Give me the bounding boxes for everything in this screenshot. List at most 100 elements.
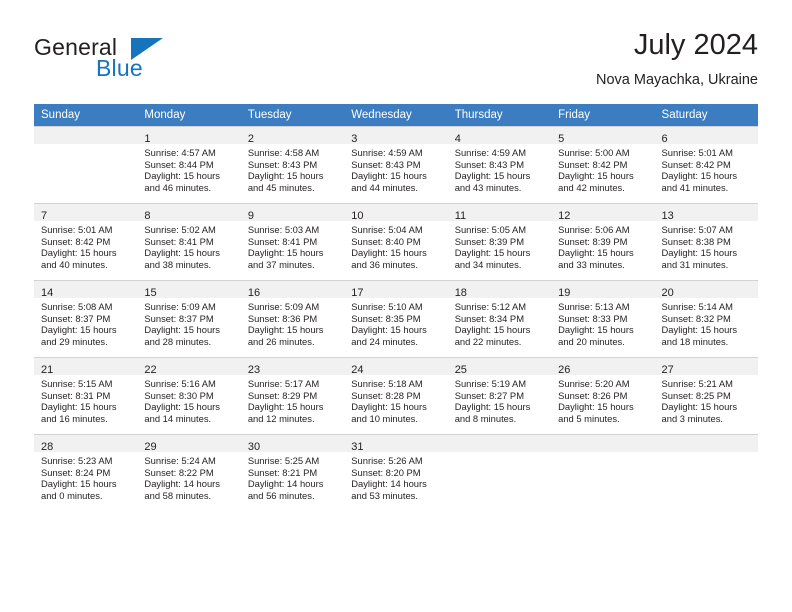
calendar-day-cell[interactable]: 16 Sunrise: 5:09 AM Sunset: 8:36 PM Dayligh… (240, 280, 345, 358)
daylight-text-line1: Daylight: 15 hours (558, 170, 634, 182)
calendar-day-cell[interactable]: 1 Sunrise: 4:57 AM Sunset: 8:44 PM Daylight… (137, 126, 241, 204)
calendar-day-cell[interactable]: 20 Sunrise: 5:14 AM Sunset: 8:32 PM Dayligh… (654, 280, 758, 358)
daylight-text-line2: and 37 minutes. (247, 258, 315, 270)
page-subtitle: Nova Mayachka, Ukraine (596, 72, 758, 88)
sunrise-text: Sunrise: 5:02 AM (144, 224, 216, 235)
day-number: 4 (454, 133, 461, 145)
calendar-day-cell[interactable]: 29 Sunrise: 5:24 AM Sunset: 8:22 PM Dayligh… (137, 434, 241, 511)
day-number: 28 (41, 441, 54, 453)
day-number-band: 13 (654, 204, 758, 222)
sunrise-text: Sunrise: 5:26 AM (351, 455, 423, 466)
day-number-band: 26 (551, 358, 655, 376)
sunset-text: Sunset: 8:43 PM (351, 158, 421, 170)
daylight-text-line1: Daylight: 14 hours (247, 478, 324, 490)
day-sun-info: Sunrise: 5:26 AM Sunset: 8:20 PM Daylight:… (344, 452, 447, 501)
calendar-day-cell[interactable]: 17 Sunrise: 5:10 AM Sunset: 8:35 PM Dayligh… (344, 280, 448, 358)
calendar-day-cell[interactable]: 8 Sunrise: 5:02 AM Sunset: 8:41 PM Daylight… (137, 203, 241, 281)
sunrise-text: Sunrise: 5:04 AM (351, 224, 423, 235)
day-number-band: 3 (344, 127, 448, 145)
day-number: 21 (41, 364, 54, 376)
daylight-text-line1: Daylight: 15 hours (558, 324, 634, 336)
day-sun-info: Sunrise: 5:17 AM Sunset: 8:29 PM Daylight:… (241, 375, 344, 424)
daylight-text-line2: and 20 minutes. (558, 335, 625, 347)
calendar-day-cell[interactable]: 10 Sunrise: 5:04 AM Sunset: 8:40 PM Dayligh… (344, 203, 448, 281)
calendar-day-cell[interactable]: 28 Sunrise: 5:23 AM Sunset: 8:24 PM Dayligh… (34, 434, 138, 511)
calendar-day-cell[interactable]: 18 Sunrise: 5:12 AM Sunset: 8:34 PM Dayligh… (447, 280, 552, 358)
sunrise-text: Sunrise: 5:01 AM (661, 147, 733, 158)
daylight-text-line1: Daylight: 15 hours (247, 324, 324, 336)
calendar-day-cell[interactable]: 26 Sunrise: 5:20 AM Sunset: 8:26 PM Dayligh… (551, 357, 655, 435)
calendar-week-row: 14 Sunrise: 5:08 AM Sunset: 8:37 PM Dayligh… (34, 280, 758, 358)
sunrise-text: Sunrise: 4:59 AM (351, 147, 423, 158)
sunrise-text: Sunrise: 5:14 AM (661, 301, 733, 312)
day-number: 14 (41, 287, 54, 299)
calendar-day-cell[interactable]: 21 Sunrise: 5:15 AM Sunset: 8:31 PM Dayligh… (34, 357, 138, 435)
sunrise-text: Sunrise: 5:21 AM (661, 378, 733, 389)
sunset-text: Sunset: 8:42 PM (558, 158, 628, 170)
day-number-band: 7 (34, 204, 138, 222)
calendar-day-cell[interactable]: 13 Sunrise: 5:07 AM Sunset: 8:38 PM Dayligh… (654, 203, 758, 281)
daylight-text-line1: Daylight: 15 hours (661, 324, 738, 336)
day-number-band: 9 (240, 204, 345, 222)
calendar-day-cell[interactable]: 3 Sunrise: 4:59 AM Sunset: 8:43 PM Daylight… (344, 126, 448, 204)
calendar-day-cell[interactable]: 19 Sunrise: 5:13 AM Sunset: 8:33 PM Dayligh… (551, 280, 655, 358)
day-number: 27 (661, 364, 674, 376)
calendar-day-cell[interactable]: 31 Sunrise: 5:26 AM Sunset: 8:20 PM Dayligh… (344, 434, 448, 511)
sunrise-text: Sunrise: 5:00 AM (558, 147, 630, 158)
day-sun-info: Sunrise: 5:06 AM Sunset: 8:39 PM Daylight:… (551, 221, 654, 270)
daylight-text-line2: and 43 minutes. (454, 181, 522, 193)
calendar-day-cell[interactable]: 9 Sunrise: 5:03 AM Sunset: 8:41 PM Daylight… (240, 203, 345, 281)
sunset-text: Sunset: 8:39 PM (558, 235, 628, 247)
calendar-day-cell[interactable]: 6 Sunrise: 5:01 AM Sunset: 8:42 PM Daylight… (654, 126, 758, 204)
day-number: 22 (144, 364, 157, 376)
day-number-band (34, 127, 138, 144)
brand-name-blue: Blue (96, 55, 143, 81)
day-number: 6 (661, 133, 668, 145)
daylight-text-line2: and 44 minutes. (351, 181, 418, 193)
sunset-text: Sunset: 8:20 PM (351, 466, 421, 478)
day-number: 30 (247, 441, 261, 453)
brand-logo[interactable]: General Blue (34, 34, 184, 88)
sunset-text: Sunset: 8:31 PM (41, 389, 111, 401)
day-number: 20 (661, 287, 674, 299)
day-number: 3 (351, 133, 358, 145)
calendar-day-cell[interactable]: 12 Sunrise: 5:06 AM Sunset: 8:39 PM Dayligh… (551, 203, 655, 281)
calendar-day-cell[interactable]: 7 Sunrise: 5:01 AM Sunset: 8:42 PM Daylight… (34, 203, 138, 281)
day-sun-info: Sunrise: 5:12 AM Sunset: 8:34 PM Daylight:… (448, 298, 551, 347)
daylight-text-line1: Daylight: 15 hours (454, 401, 531, 413)
day-number-band: 18 (447, 281, 552, 299)
daylight-text-line2: and 10 minutes. (351, 412, 418, 424)
calendar-day-cell[interactable]: 11 Sunrise: 5:05 AM Sunset: 8:39 PM Dayligh… (447, 203, 552, 281)
calendar-day-cell[interactable]: 24 Sunrise: 5:18 AM Sunset: 8:28 PM Dayligh… (344, 357, 448, 435)
calendar-day-cell[interactable]: 23 Sunrise: 5:17 AM Sunset: 8:29 PM Dayligh… (240, 357, 345, 435)
daylight-text-line1: Daylight: 15 hours (351, 324, 427, 336)
day-sun-info: Sunrise: 5:19 AM Sunset: 8:27 PM Daylight:… (448, 375, 551, 424)
calendar-day-cell[interactable]: 15 Sunrise: 5:09 AM Sunset: 8:37 PM Dayligh… (137, 280, 241, 358)
sunset-text: Sunset: 8:33 PM (558, 312, 628, 324)
calendar-day-cell[interactable]: 30 Sunrise: 5:25 AM Sunset: 8:21 PM Dayligh… (240, 434, 345, 511)
day-sun-info: Sunrise: 5:07 AM Sunset: 8:38 PM Daylight:… (655, 221, 758, 270)
daylight-text-line1: Daylight: 15 hours (558, 247, 634, 259)
calendar-day-cell[interactable]: 25 Sunrise: 5:19 AM Sunset: 8:27 PM Dayligh… (447, 357, 552, 435)
daylight-text-line2: and 26 minutes. (247, 335, 315, 347)
sunset-text: Sunset: 8:21 PM (247, 466, 318, 478)
calendar-day-cell[interactable]: 5 Sunrise: 5:00 AM Sunset: 8:42 PM Daylight… (551, 126, 655, 204)
calendar-day-cell[interactable]: 4 Sunrise: 4:59 AM Sunset: 8:43 PM Daylight… (447, 126, 552, 204)
day-number: 10 (351, 210, 364, 222)
day-sun-info: Sunrise: 5:03 AM Sunset: 8:41 PM Daylight:… (241, 221, 344, 270)
day-number: 11 (454, 210, 467, 222)
daylight-text-line1: Daylight: 15 hours (661, 401, 738, 413)
calendar-week-row: 21 Sunrise: 5:15 AM Sunset: 8:31 PM Dayligh… (34, 357, 758, 435)
day-number: 17 (351, 287, 364, 299)
day-number-band: 31 (344, 435, 448, 453)
calendar-day-cell[interactable]: 27 Sunrise: 5:21 AM Sunset: 8:25 PM Dayligh… (654, 357, 758, 435)
sunset-text: Sunset: 8:37 PM (41, 312, 111, 324)
weekday-header-sunday: Sunday (34, 104, 138, 127)
calendar-day-cell[interactable]: 2 Sunrise: 4:58 AM Sunset: 8:43 PM Daylight… (240, 126, 345, 204)
calendar-week-row: 7 Sunrise: 5:01 AM Sunset: 8:42 PM Daylight… (34, 203, 758, 281)
daylight-text-line1: Daylight: 15 hours (454, 170, 531, 182)
calendar-day-cell[interactable]: 22 Sunrise: 5:16 AM Sunset: 8:30 PM Dayligh… (137, 357, 241, 435)
daylight-text-line2: and 16 minutes. (41, 412, 108, 424)
day-sun-info: Sunrise: 5:16 AM Sunset: 8:30 PM Daylight:… (137, 375, 240, 424)
calendar-day-cell[interactable]: 14 Sunrise: 5:08 AM Sunset: 8:37 PM Dayligh… (34, 280, 138, 358)
